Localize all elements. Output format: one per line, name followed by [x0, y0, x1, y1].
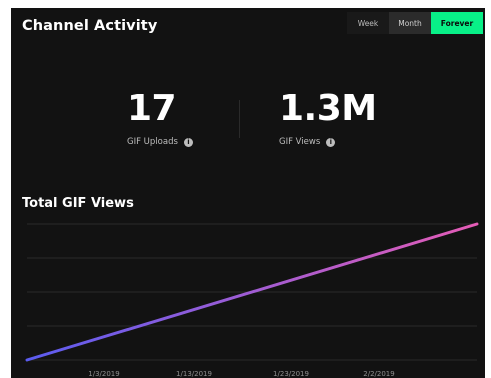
panel-title: Channel Activity — [22, 18, 158, 34]
gif-uploads-stat: 17 GIF Uploads i — [127, 91, 193, 147]
x-tick-label: 1/13/2019 — [176, 370, 212, 378]
gif-uploads-label-row: GIF Uploads i — [127, 137, 193, 147]
gif-uploads-label: GIF Uploads — [127, 137, 178, 147]
stats-divider — [239, 100, 240, 138]
gif-views-label: GIF Views — [279, 137, 321, 147]
gif-views-value: 1.3M — [279, 88, 377, 129]
x-tick-label: 1/3/2019 — [88, 370, 119, 378]
info-icon[interactable]: i — [326, 137, 336, 147]
gif-views-stat: 1.3M GIF Views i — [279, 88, 377, 148]
gif-uploads-value: 17 — [127, 88, 177, 129]
tab-forever[interactable]: Forever — [431, 12, 483, 34]
gif-views-label-row: GIF Views i — [279, 137, 377, 147]
tab-month[interactable]: Month — [389, 12, 431, 34]
total-gif-views-chart: 1/3/2019 1/13/2019 1/23/2019 2/2/2019 — [25, 222, 479, 378]
x-tick-label: 2/2/2019 — [363, 370, 394, 378]
x-tick-label: 1/23/2019 — [273, 370, 309, 378]
time-range-tabs: Week Month Forever — [347, 12, 483, 34]
info-icon[interactable]: i — [183, 137, 193, 147]
channel-activity-panel: Channel Activity Week Month Forever 17 G… — [11, 8, 485, 378]
tab-week[interactable]: Week — [347, 12, 389, 34]
chart-title: Total GIF Views — [22, 196, 134, 211]
